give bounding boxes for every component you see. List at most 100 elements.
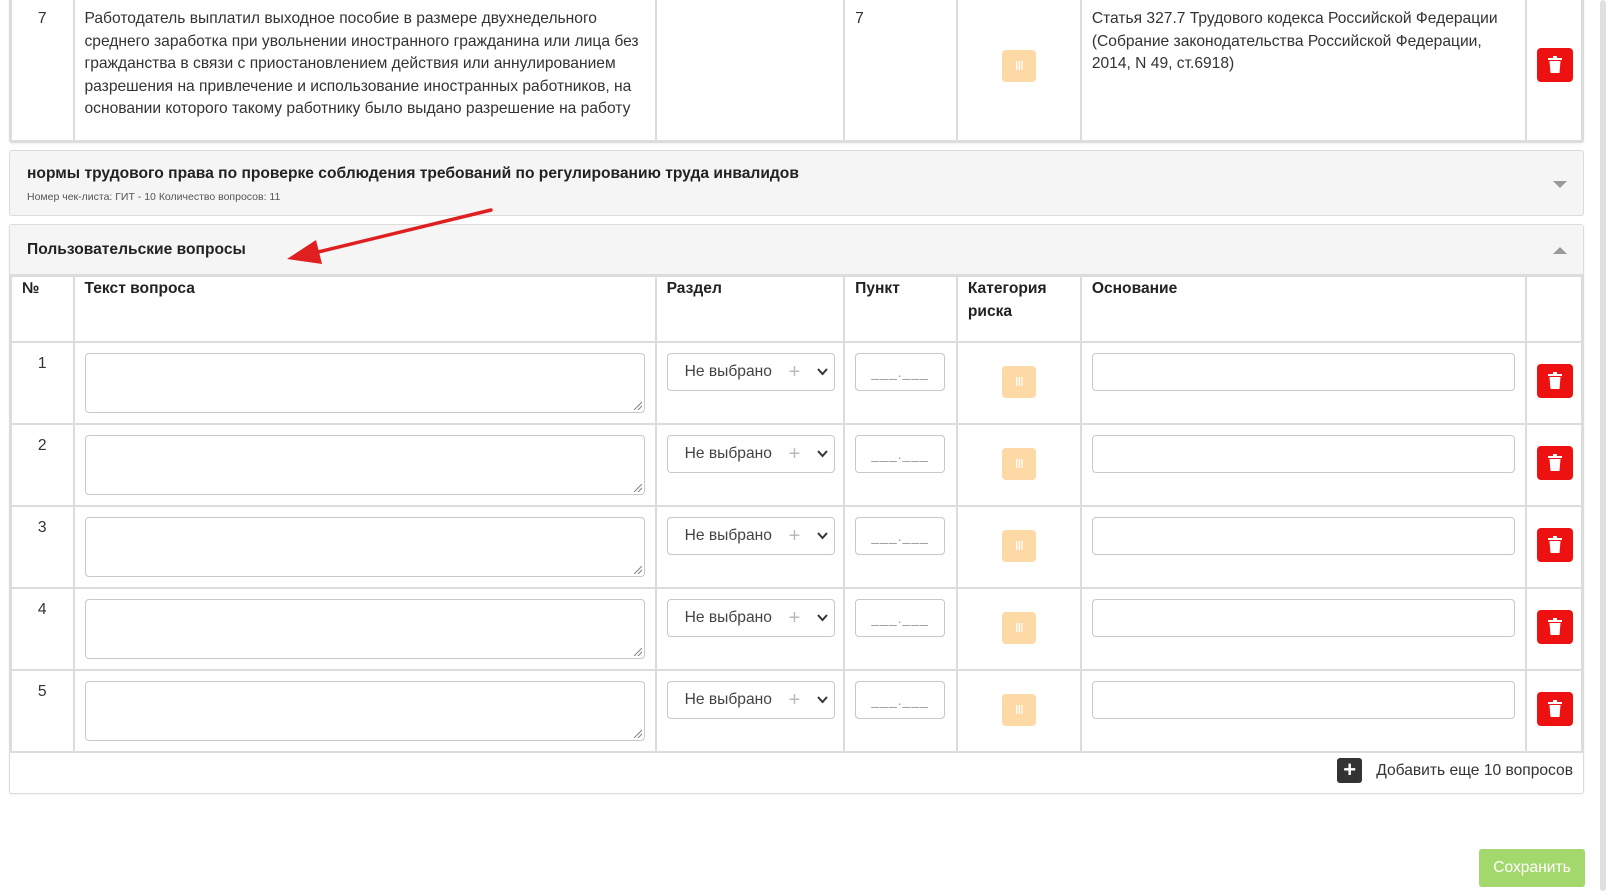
trash-icon <box>1547 56 1562 73</box>
trash-icon <box>1547 618 1562 635</box>
scrollbar-thumb[interactable] <box>1600 0 1606 891</box>
section-select[interactable]: Не выбрано + <box>666 517 835 555</box>
plus-icon[interactable]: + <box>789 354 801 390</box>
point-input[interactable]: ___.___ <box>855 435 946 473</box>
section-cell: Не выбрано + <box>654 669 846 753</box>
row-number: 7 <box>10 0 75 142</box>
accordion-title: нормы трудового права по проверке соблюд… <box>27 165 799 182</box>
column-header-section: Раздел <box>654 275 846 343</box>
basis-input[interactable] <box>1091 517 1515 555</box>
custom-questions-panel: Пользовательские вопросы № Текст вопроса… <box>9 224 1584 794</box>
risk-cell: III <box>955 341 1082 425</box>
basis-input[interactable] <box>1091 353 1515 391</box>
risk-cell: III <box>955 423 1082 507</box>
chevron-down-icon <box>816 368 828 376</box>
delete-cell <box>1524 505 1584 589</box>
delete-button[interactable] <box>1536 610 1573 644</box>
point-cell: 7 <box>843 0 958 142</box>
basis-input[interactable] <box>1091 435 1515 473</box>
section-select[interactable]: Не выбрано + <box>666 435 835 473</box>
risk-cell: III <box>955 587 1082 671</box>
section-select-value: Не выбрано <box>684 445 772 462</box>
accordion-subtitle: Номер чек-листа: ГИТ - 10 Количество воп… <box>27 191 281 203</box>
question-text-cell <box>72 423 657 507</box>
delete-button[interactable] <box>1536 692 1573 726</box>
risk-cell: III <box>955 505 1082 589</box>
question-text: Работодатель выплатил выходное пособие в… <box>72 0 657 142</box>
basis-cell <box>1079 587 1527 671</box>
accordion-custom-questions[interactable]: Пользовательские вопросы <box>10 225 1583 275</box>
section-select-value: Не выбрано <box>684 527 772 544</box>
section-select[interactable]: Не выбрано + <box>666 681 835 719</box>
plus-icon[interactable]: + <box>789 518 801 554</box>
point-input[interactable]: ___.___ <box>855 599 946 637</box>
delete-cell <box>1524 669 1584 753</box>
delete-button[interactable] <box>1536 364 1573 398</box>
table-row: 2 Не выбрано + ___.___ III <box>10 423 1584 507</box>
point-cell: ___.___ <box>843 669 958 753</box>
section-select-value: Не выбрано <box>684 609 772 626</box>
risk-category-badge[interactable]: III <box>1001 50 1036 82</box>
question-text-input[interactable] <box>84 435 645 495</box>
basis-input[interactable] <box>1091 599 1515 637</box>
section-cell: Не выбрано + <box>654 423 846 507</box>
save-button[interactable]: Сохранить <box>1479 849 1585 887</box>
chevron-down-icon <box>816 696 828 704</box>
row-number: 2 <box>10 423 75 507</box>
question-text-input[interactable] <box>84 353 645 413</box>
risk-category-badge[interactable]: III <box>1001 366 1036 398</box>
delete-button[interactable] <box>1536 48 1573 82</box>
point-input[interactable]: ___.___ <box>855 517 946 555</box>
delete-cell <box>1524 341 1584 425</box>
chevron-down-icon[interactable] <box>1553 181 1567 188</box>
chevron-down-icon <box>816 532 828 540</box>
point-cell: ___.___ <box>843 423 958 507</box>
delete-button[interactable] <box>1536 528 1573 562</box>
question-text-cell <box>72 587 657 671</box>
question-text-cell <box>72 341 657 425</box>
basis-cell <box>1079 341 1527 425</box>
basis-text: Статья 327.7 Трудового кодекса Российско… <box>1079 0 1527 142</box>
point-input[interactable]: ___.___ <box>855 353 946 391</box>
row-number: 5 <box>10 669 75 753</box>
risk-category-badge[interactable]: III <box>1001 694 1036 726</box>
plus-icon[interactable]: + <box>789 600 801 636</box>
basis-cell <box>1079 423 1527 507</box>
chevron-up-icon[interactable] <box>1553 247 1567 254</box>
basis-cell <box>1079 669 1527 753</box>
table-row: 5 Не выбрано + ___.___ III <box>10 669 1584 753</box>
add-questions-button[interactable]: + Добавить еще 10 вопросов <box>1337 758 1573 783</box>
point-cell: ___.___ <box>843 505 958 589</box>
section-select[interactable]: Не выбрано + <box>666 599 835 637</box>
section-cell: Не выбрано + <box>654 341 846 425</box>
point-input[interactable]: ___.___ <box>855 681 946 719</box>
risk-category-badge[interactable]: III <box>1001 530 1036 562</box>
plus-icon[interactable]: + <box>789 682 801 718</box>
section-select[interactable]: Не выбрано + <box>666 353 835 391</box>
section-cell <box>654 0 846 142</box>
question-text-input[interactable] <box>84 517 645 577</box>
plus-icon[interactable]: + <box>789 436 801 472</box>
row-number: 3 <box>10 505 75 589</box>
chevron-down-icon <box>816 614 828 622</box>
column-header-point: Пункт <box>843 275 958 343</box>
table-header-row: № Текст вопроса Раздел Пункт Категория р… <box>10 275 1584 343</box>
section-select-value: Не выбрано <box>684 691 772 708</box>
basis-cell <box>1079 505 1527 589</box>
question-text-input[interactable] <box>84 681 645 741</box>
risk-category-badge[interactable]: III <box>1001 612 1036 644</box>
scrollbar[interactable] <box>1593 0 1610 891</box>
column-header-text: Текст вопроса <box>72 275 657 343</box>
trash-icon <box>1547 454 1562 471</box>
custom-questions-table: № Текст вопроса Раздел Пункт Категория р… <box>10 275 1584 753</box>
risk-category-badge[interactable]: III <box>1001 448 1036 480</box>
section-cell: Не выбрано + <box>654 587 846 671</box>
delete-cell <box>1524 587 1584 671</box>
accordion-disability-norms[interactable]: нормы трудового права по проверке соблюд… <box>9 150 1584 216</box>
point-cell: ___.___ <box>843 341 958 425</box>
delete-button[interactable] <box>1536 446 1573 480</box>
section-cell: Не выбрано + <box>654 505 846 589</box>
question-text-input[interactable] <box>84 599 645 659</box>
risk-cell: III <box>955 0 1082 142</box>
basis-input[interactable] <box>1091 681 1515 719</box>
